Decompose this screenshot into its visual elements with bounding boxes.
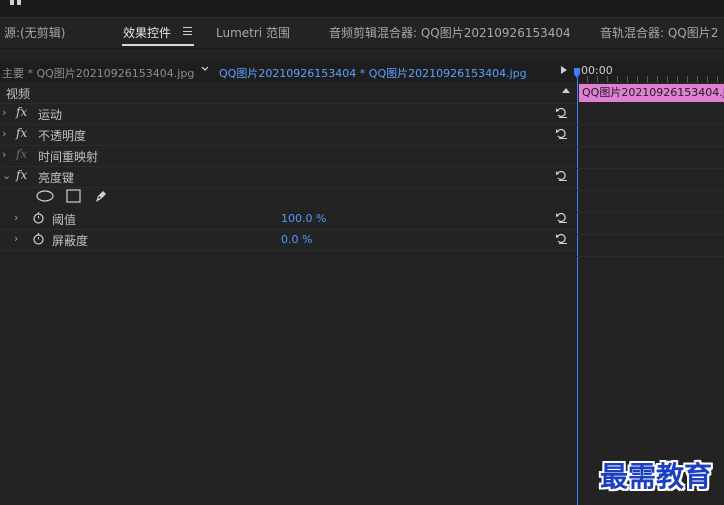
param-label: 屏蔽度 [52,234,89,248]
chevron-right-icon[interactable]: › [14,211,18,224]
sequence-clip-label[interactable]: QQ图片20210926153404 * QQ图片20210926153404.… [219,65,527,81]
effect-controls-window: 源:(无剪辑) 效果控件 Lumetri 范围 音频剪辑混合器: QQ图片202… [0,0,724,505]
effect-row-luma-key[interactable]: ⌄ fx 亮度键 [0,166,577,188]
effect-label: 运动 [38,108,63,122]
tab-effect-controls[interactable]: 效果控件 [123,24,171,41]
chevron-right-icon[interactable]: › [2,106,6,119]
stopwatch-icon[interactable] [32,232,45,245]
pen-mask-icon[interactable] [93,188,109,207]
tab-source[interactable]: 源:(无剪辑) [4,24,65,41]
effect-label: 不透明度 [38,129,87,143]
param-row-cutoff[interactable]: › 屏蔽度 0.0 % [0,229,577,251]
tab-lumetri-scopes[interactable]: Lumetri 范围 [216,24,290,41]
reset-icon[interactable] [555,211,568,224]
panel-menu-icon[interactable] [183,27,192,35]
effect-label: 时间重映射 [38,150,99,164]
reset-icon[interactable] [555,169,568,182]
video-section-label: 视频 [6,87,31,101]
effect-properties-panel: 视频 › fx 运动 › fx 不透明度 › fx 时间重映射 ⌄ fx 亮度键… [0,82,577,252]
threshold-value[interactable]: 100.0 % [281,212,326,225]
ellipse-mask-icon[interactable] [36,189,54,205]
rectangle-mask-icon[interactable] [66,188,81,206]
chevron-down-icon[interactable]: ⌄ [2,169,11,182]
reset-icon[interactable] [555,232,568,245]
timeline-rows [577,103,724,257]
reset-icon[interactable] [555,106,568,119]
effect-row-time-remapping[interactable]: › fx 时间重映射 [0,145,577,167]
tab-audio-clip-mixer[interactable]: 音频剪辑混合器: QQ图片20210926153404 [329,24,571,41]
chevron-right-icon[interactable]: › [2,148,6,161]
chevron-down-icon[interactable] [200,64,210,76]
effect-label: 亮度键 [38,171,75,185]
grip-handle-icon[interactable] [10,0,24,5]
panel-tab-bar: 源:(无剪辑) 效果控件 Lumetri 范围 音频剪辑混合器: QQ图片202… [0,18,724,49]
reset-icon[interactable] [555,127,568,140]
stopwatch-icon[interactable] [32,211,45,224]
param-label: 阈值 [52,213,77,227]
fx-badge-icon[interactable]: fx [16,126,27,140]
chevron-right-icon[interactable]: › [2,127,6,140]
video-section-header[interactable]: 视频 [0,82,577,104]
active-tab-indicator [122,44,194,46]
param-row-threshold[interactable]: › 阈值 100.0 % [0,208,577,230]
ruler-ticks [577,76,724,82]
fx-badge-icon[interactable]: fx [16,168,27,182]
chevron-right-icon[interactable]: › [14,232,18,245]
timeline-ruler[interactable]: 00:00 [577,60,724,83]
master-clip-label[interactable]: 主要 * QQ图片20210926153404.jpg [2,65,194,81]
cutoff-value[interactable]: 0.0 % [281,233,312,246]
effect-row-motion[interactable]: › fx 运动 [0,103,577,125]
mask-tools [36,188,109,206]
effect-row-opacity[interactable]: › fx 不透明度 [0,124,577,146]
clip-selector-bar: 主要 * QQ图片20210926153404.jpg QQ图片20210926… [0,60,577,82]
fx-badge-icon[interactable]: fx [16,105,27,119]
tab-audio-track-mixer[interactable]: 音轨混合器: QQ图片2 [600,24,718,41]
collapse-up-icon[interactable] [562,88,570,93]
top-toolbar [0,0,724,18]
watermark-logo: 最需教育 [600,460,713,493]
mini-timeline[interactable]: 00:00 QQ图片20210926153404.jp [574,60,724,505]
timeline-clip[interactable]: QQ图片20210926153404.jp [579,84,724,102]
fx-badge-icon: fx [16,147,28,161]
play-triangle-icon[interactable] [561,66,567,74]
